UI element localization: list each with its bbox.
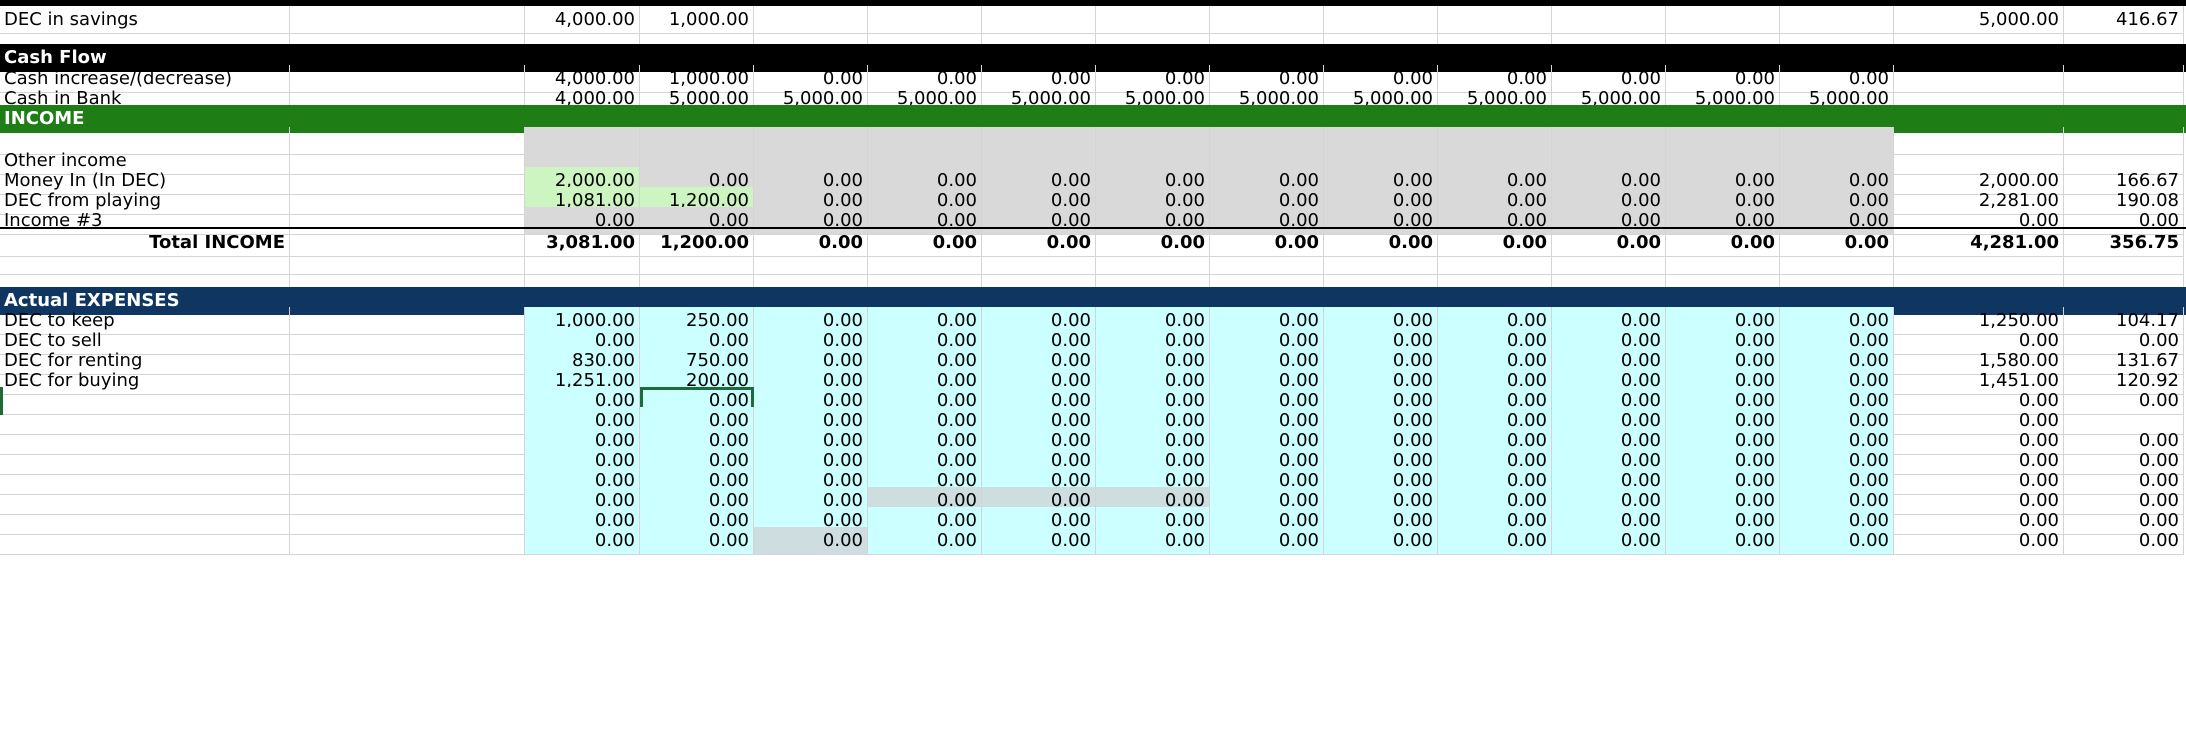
month-value-cell[interactable]: 0.00 bbox=[868, 527, 982, 555]
month-value-cell[interactable]: 0.00 bbox=[1210, 527, 1324, 555]
month-value-cell[interactable]: 0.00 bbox=[525, 527, 640, 555]
month-value-cell[interactable]: 0.00 bbox=[982, 527, 1096, 555]
month-value-cell[interactable]: 0.00 bbox=[1780, 527, 1894, 555]
month-value-cell[interactable]: 0.00 bbox=[640, 527, 754, 555]
expense-row: 0.00 0.00 0.00 0.00 0.00 0.00 0.00 0.00 0.00 0.00… bbox=[0, 527, 2186, 555]
month-value-cell[interactable]: 0.00 bbox=[1324, 527, 1438, 555]
spreadsheet-grid: DEC in savings 4,000.00 1,000.00 5,000.00 41… bbox=[0, 0, 2186, 754]
row-label[interactable] bbox=[0, 527, 290, 555]
total-cell[interactable]: 0.00 bbox=[1894, 527, 2064, 555]
month-value-cell[interactable]: 0.00 bbox=[754, 527, 868, 555]
month-value-cell[interactable]: 0.00 bbox=[1438, 527, 1552, 555]
month-value-cell[interactable]: 0.00 bbox=[1096, 527, 1210, 555]
blank-cell[interactable] bbox=[290, 527, 525, 555]
average-cell[interactable]: 0.00 bbox=[2064, 527, 2184, 555]
month-value-cell[interactable]: 0.00 bbox=[1666, 527, 1780, 555]
month-value-cell[interactable]: 0.00 bbox=[1552, 527, 1666, 555]
